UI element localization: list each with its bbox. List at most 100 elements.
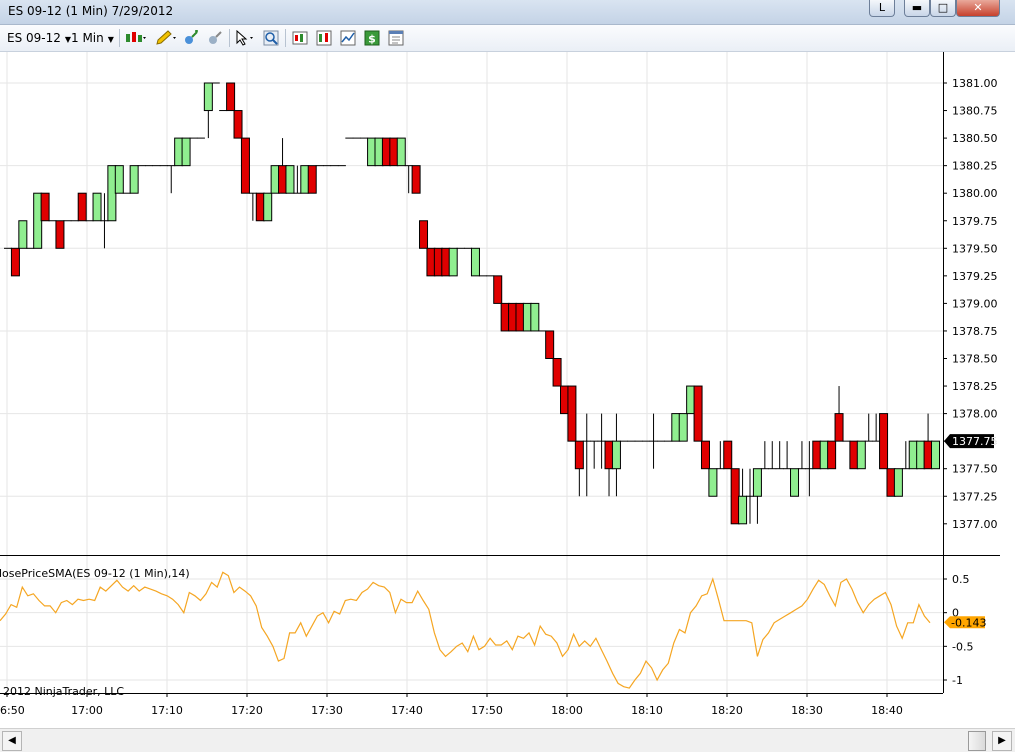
- maximize-button[interactable]: □: [930, 0, 956, 17]
- candle[interactable]: [819, 440, 829, 470]
- candle[interactable]: [545, 330, 555, 360]
- candle[interactable]: [723, 440, 733, 470]
- price-chart[interactable]: 1381.00 1380.75 1380.50 1380.25 1380.00 1379.…: [0, 52, 1015, 728]
- properties-icon[interactable]: [388, 30, 404, 46]
- chart-style-icon[interactable]: [125, 30, 147, 46]
- candle[interactable]: [886, 468, 896, 497]
- candle[interactable]: [419, 220, 429, 249]
- candle[interactable]: [849, 440, 859, 470]
- candle[interactable]: [746, 468, 754, 524]
- candle[interactable]: [856, 440, 866, 470]
- candle[interactable]: [500, 302, 510, 332]
- candle[interactable]: [263, 192, 273, 222]
- candle[interactable]: [864, 413, 873, 442]
- candle[interactable]: [33, 192, 43, 249]
- candle[interactable]: [686, 385, 696, 415]
- candle[interactable]: [649, 413, 658, 469]
- candle[interactable]: [77, 192, 87, 222]
- candle[interactable]: [100, 193, 109, 249]
- candle[interactable]: [590, 440, 599, 469]
- candle[interactable]: [389, 137, 399, 167]
- candle[interactable]: [448, 247, 458, 277]
- candle[interactable]: [233, 110, 243, 139]
- candle[interactable]: [604, 440, 614, 497]
- candle[interactable]: [790, 468, 800, 497]
- dollar-icon[interactable]: $: [364, 30, 380, 46]
- close-button[interactable]: ✕: [956, 0, 1000, 17]
- candle[interactable]: [493, 275, 503, 304]
- candle[interactable]: [404, 165, 413, 194]
- candle[interactable]: [760, 441, 769, 470]
- candle[interactable]: [923, 413, 933, 470]
- candle[interactable]: [226, 82, 236, 112]
- candle[interactable]: [240, 137, 250, 194]
- candle[interactable]: [611, 413, 621, 497]
- candle[interactable]: [174, 137, 184, 167]
- candle[interactable]: [797, 441, 806, 470]
- candle[interactable]: [107, 165, 117, 222]
- candle[interactable]: [574, 440, 584, 497]
- candle[interactable]: [693, 385, 703, 442]
- candle[interactable]: [441, 247, 451, 277]
- candle[interactable]: [738, 468, 748, 525]
- candle[interactable]: [55, 220, 65, 249]
- candle[interactable]: [381, 137, 391, 167]
- candle[interactable]: [426, 247, 436, 277]
- candle[interactable]: [567, 385, 577, 442]
- candle[interactable]: [879, 413, 889, 470]
- candle[interactable]: [708, 468, 718, 497]
- minimize-button[interactable]: ▬: [904, 0, 930, 17]
- horizontal-scrollbar[interactable]: ◀ ▶: [0, 728, 1015, 752]
- candle[interactable]: [285, 165, 295, 194]
- candle[interactable]: [270, 165, 280, 194]
- candle[interactable]: [678, 413, 688, 442]
- candle[interactable]: [827, 440, 837, 470]
- zoom-in-icon[interactable]: [183, 30, 199, 46]
- candle[interactable]: [367, 137, 377, 167]
- scrollbar-thumb[interactable]: [968, 731, 986, 751]
- candle[interactable]: [700, 440, 710, 470]
- candle[interactable]: [255, 192, 265, 222]
- zoom-out-icon[interactable]: [207, 30, 223, 46]
- candle[interactable]: [730, 468, 740, 525]
- candle[interactable]: [167, 165, 176, 194]
- candle[interactable]: [671, 413, 681, 442]
- candle[interactable]: [470, 247, 480, 277]
- candle[interactable]: [768, 441, 777, 470]
- strategies-icon[interactable]: [340, 30, 356, 46]
- scroll-right-button[interactable]: ▶: [992, 731, 1012, 751]
- candle[interactable]: [872, 413, 881, 442]
- candle[interactable]: [775, 441, 784, 470]
- candle[interactable]: [374, 137, 384, 167]
- candle[interactable]: [300, 165, 310, 194]
- candle[interactable]: [278, 138, 288, 194]
- candle[interactable]: [203, 82, 213, 139]
- candle[interactable]: [114, 165, 124, 194]
- candle[interactable]: [530, 302, 540, 332]
- candle[interactable]: [307, 165, 317, 194]
- candle[interactable]: [893, 468, 903, 497]
- candle[interactable]: [783, 441, 792, 470]
- candle[interactable]: [916, 440, 926, 470]
- candle[interactable]: [908, 440, 918, 470]
- link-button[interactable]: L: [869, 0, 895, 17]
- candle[interactable]: [716, 441, 725, 470]
- candle[interactable]: [92, 192, 102, 222]
- pointer-icon[interactable]: [235, 30, 257, 46]
- candle[interactable]: [515, 302, 525, 332]
- candle[interactable]: [552, 358, 562, 387]
- candle[interactable]: [560, 385, 569, 415]
- candle[interactable]: [901, 441, 910, 470]
- candle[interactable]: [433, 247, 443, 277]
- scroll-left-button[interactable]: ◀: [2, 731, 22, 751]
- candle[interactable]: [293, 165, 302, 194]
- candle[interactable]: [522, 302, 532, 332]
- candle[interactable]: [508, 302, 518, 332]
- candle[interactable]: [834, 386, 844, 442]
- candle[interactable]: [597, 413, 606, 469]
- instrument-selector[interactable]: ES 09-12 ▼: [7, 29, 71, 47]
- indicators-icon[interactable]: [316, 30, 332, 46]
- pencil-icon[interactable]: [155, 30, 177, 46]
- candle[interactable]: [181, 137, 191, 167]
- magnifier-icon[interactable]: [263, 30, 279, 46]
